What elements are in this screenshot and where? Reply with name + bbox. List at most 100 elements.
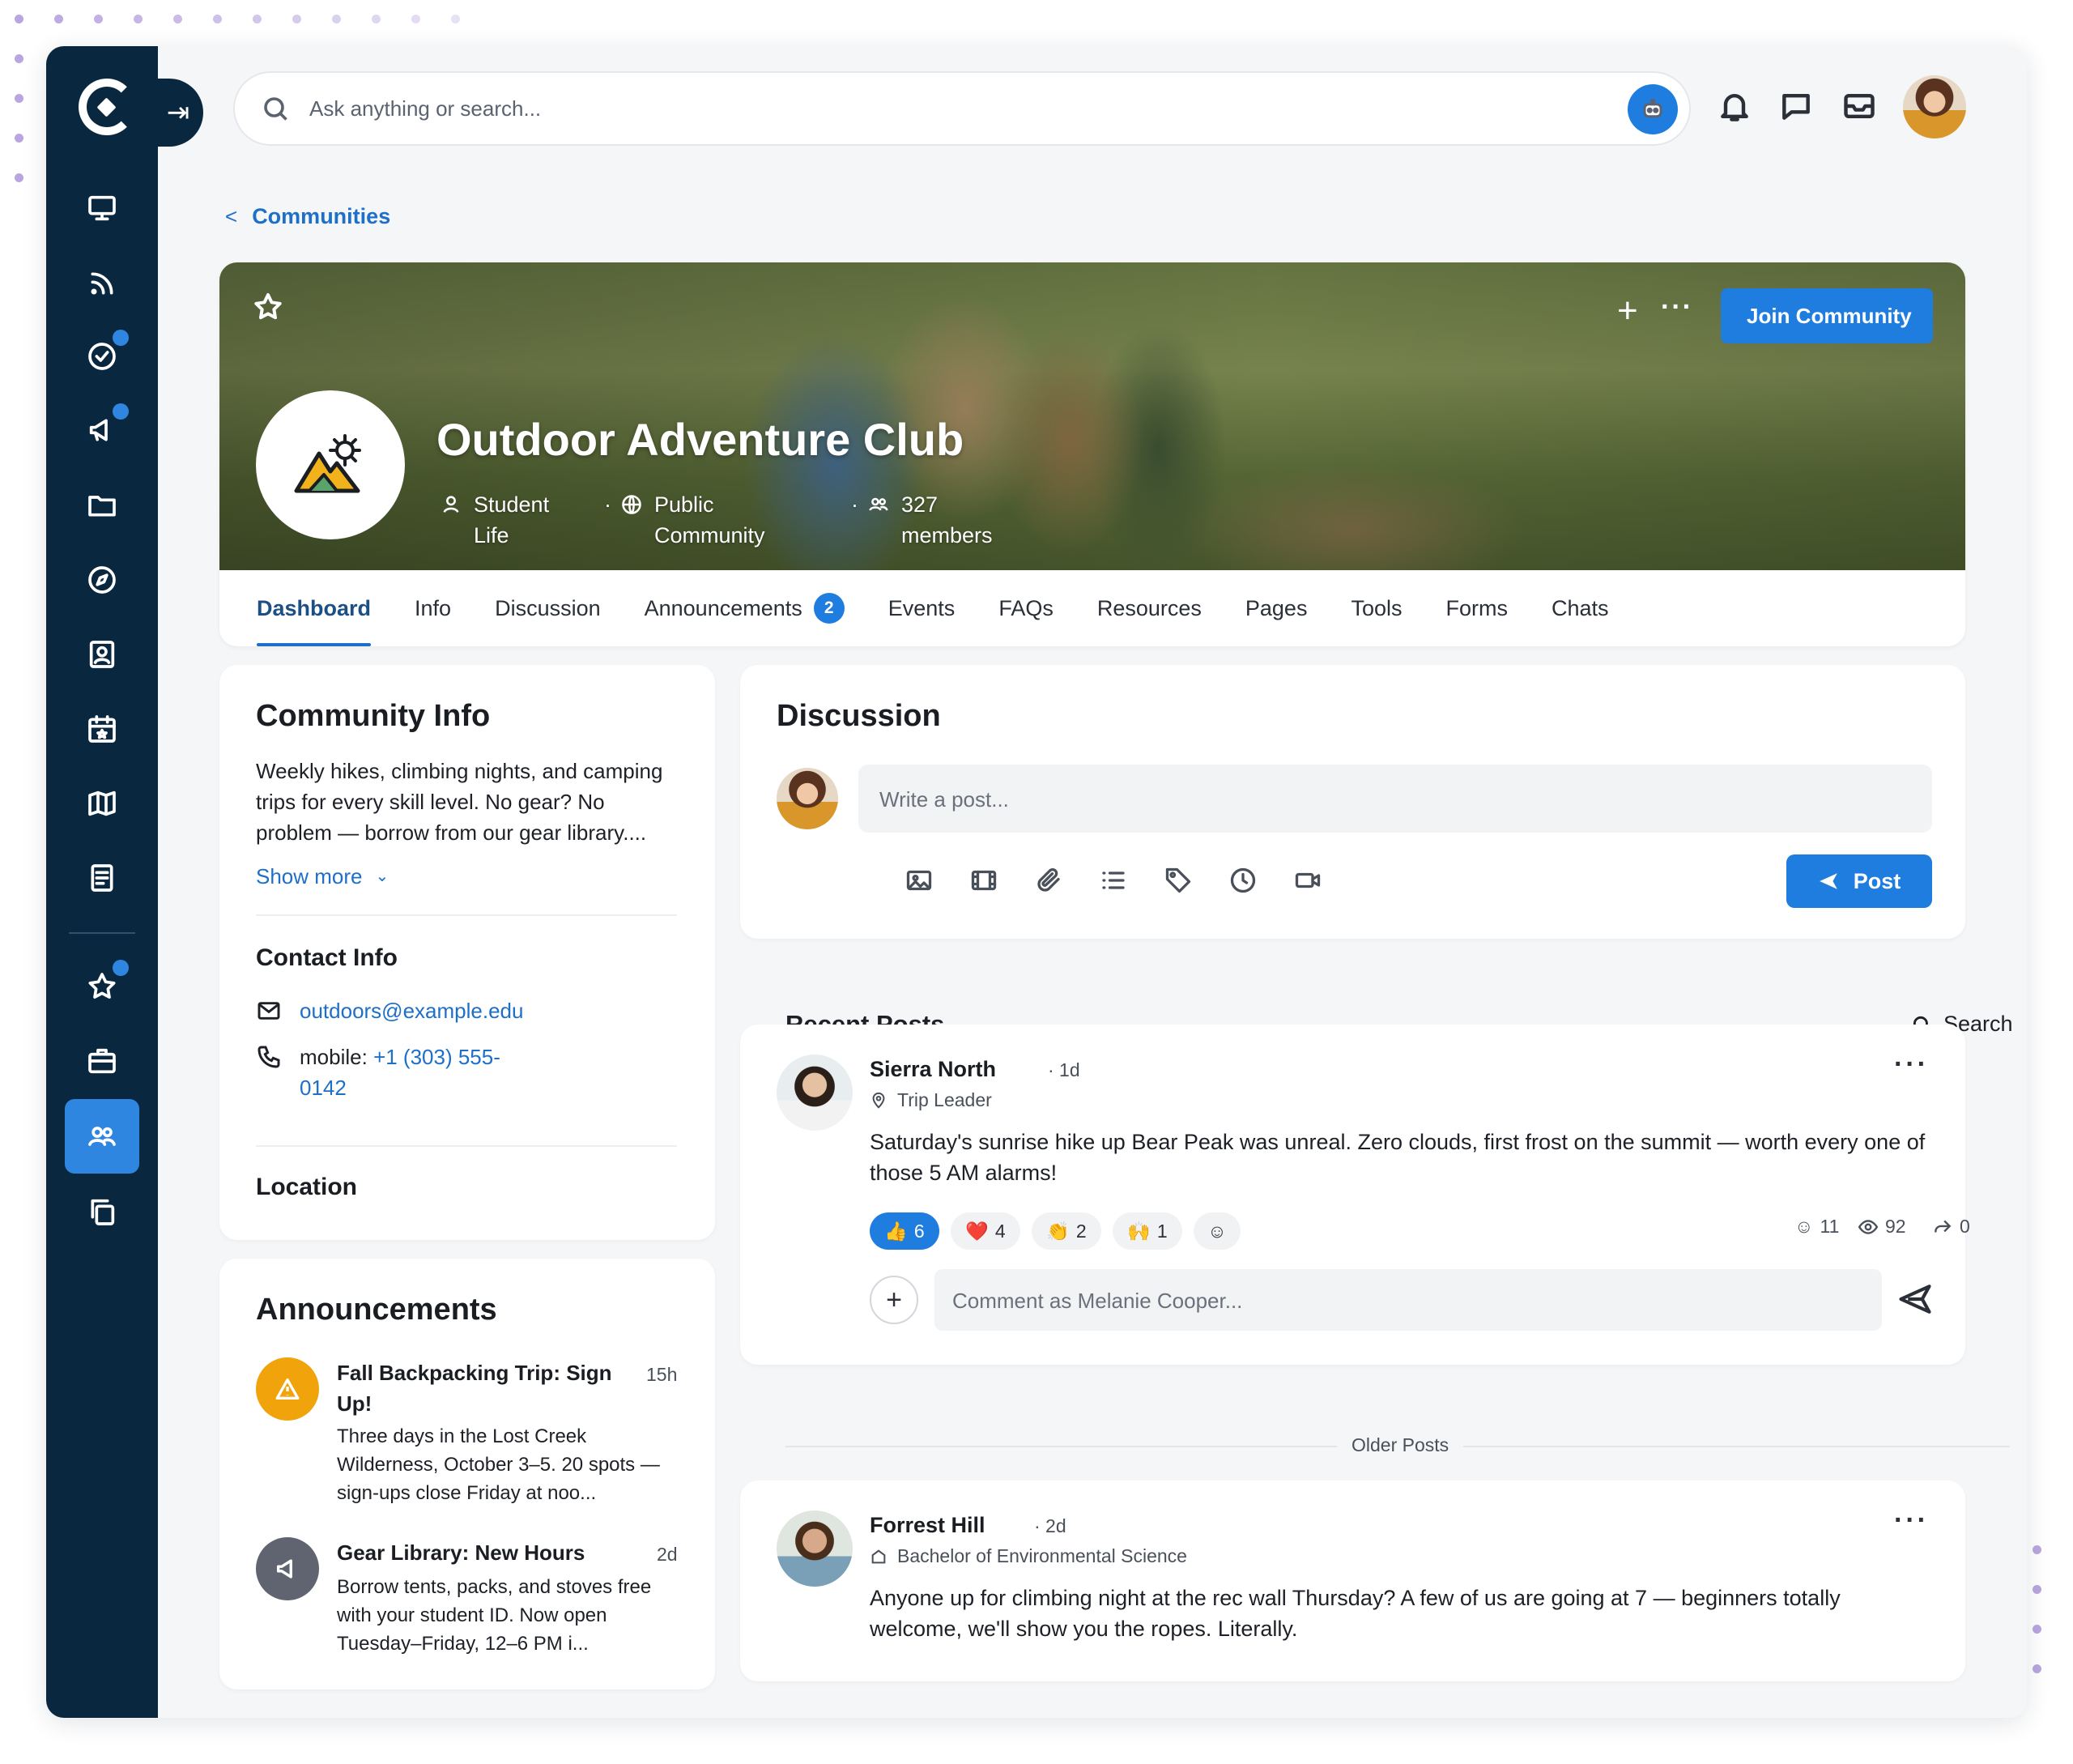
tab-resources[interactable]: Resources (1097, 570, 1202, 646)
schedule-post-button[interactable] (1228, 866, 1258, 895)
sidebar-item-dashboard[interactable] (82, 188, 122, 228)
ai-assistant-button[interactable] (1628, 84, 1678, 134)
sidebar-item-favorites[interactable] (82, 960, 129, 1007)
copy-icon (91, 1199, 115, 1225)
attach-file-button[interactable] (1034, 866, 1063, 895)
sidebar-item-announcements[interactable] (82, 403, 129, 450)
decorative-dot (292, 15, 301, 23)
sidebar-item-map[interactable] (82, 783, 122, 824)
tab-label: Dashboard (257, 595, 372, 620)
inbox-button[interactable] (1841, 88, 1877, 124)
tag-icon (1165, 867, 1191, 893)
tab-forms[interactable]: Forms (1445, 570, 1508, 646)
comment-attach-button[interactable]: + (870, 1276, 918, 1324)
decorative-dot (2033, 1625, 2041, 1634)
search-icon (264, 97, 287, 121)
tab-dashboard[interactable]: Dashboard (257, 570, 372, 646)
sidebar-item-directory[interactable] (82, 634, 122, 675)
reaction-like[interactable]: 👍 6 (870, 1212, 939, 1250)
author-avatar[interactable] (777, 1055, 853, 1131)
robot-icon (1643, 99, 1662, 118)
sidebar-item-explore[interactable] (82, 560, 122, 600)
thumbs-up-icon: 👍 (884, 1220, 908, 1242)
smiley-icon: ☺ (1207, 1220, 1227, 1242)
post-input[interactable]: Write a post... (858, 765, 1932, 833)
favorite-button[interactable] (252, 291, 284, 327)
community-description: Weekly hikes, climbing nights, and campi… (256, 759, 663, 845)
notifications-button[interactable] (1717, 88, 1752, 124)
tab-discussion[interactable]: Discussion (495, 570, 601, 646)
sidebar-item-documents[interactable] (82, 858, 122, 898)
decorative-dot (2033, 1664, 2041, 1673)
sidebar-item-pages[interactable] (82, 1191, 122, 1232)
sidebar-collapse-toggle[interactable]: ⇥ (153, 79, 203, 147)
global-search[interactable]: Ask anything or search... (233, 71, 1691, 146)
add-list-button[interactable] (1099, 866, 1128, 895)
tab-chats[interactable]: Chats (1552, 570, 1609, 646)
more-options-button[interactable]: ··· (1661, 292, 1693, 323)
decorative-dot (134, 15, 143, 23)
share-count[interactable]: 0 (1932, 1216, 1970, 1238)
decorative-dot (15, 54, 23, 63)
show-more-link[interactable]: Show more ⌄ (256, 864, 389, 889)
reaction-celebrate[interactable]: 🙌 1 (1113, 1212, 1182, 1250)
post-button[interactable]: Post (1786, 854, 1932, 908)
monitor-icon (88, 195, 116, 221)
people-icon (88, 1127, 116, 1146)
heart-icon: ❤️ (965, 1220, 989, 1242)
add-image-button[interactable] (905, 866, 934, 895)
tab-label: Resources (1096, 595, 1202, 620)
post-author[interactable]: Sierra North (870, 1057, 996, 1082)
send-comment-button[interactable] (1898, 1282, 1934, 1318)
arrow-right-icon: ⇥ (166, 97, 190, 128)
post-author[interactable]: Forrest Hill (870, 1513, 985, 1538)
add-live-video-button[interactable] (1293, 866, 1322, 895)
announcement-title[interactable]: Gear Library: New Hours (337, 1537, 628, 1568)
add-reaction-button[interactable]: ☺ (1194, 1212, 1241, 1250)
warning-icon (275, 1378, 300, 1400)
sidebar (46, 46, 158, 1718)
add-button[interactable]: + (1617, 293, 1638, 329)
post-more-button[interactable]: ··· (1894, 1505, 1929, 1536)
tab-announcements[interactable]: Announcements 2 (645, 570, 845, 646)
decorative-dot (411, 15, 420, 23)
clock-icon (1230, 867, 1256, 893)
contact-email-link[interactable]: outdoors@example.edu (300, 995, 523, 1026)
post-more-button[interactable]: ··· (1894, 1049, 1929, 1080)
star-icon (88, 973, 116, 999)
sidebar-item-tasks[interactable] (82, 330, 129, 377)
tab-info[interactable]: Info (415, 570, 451, 646)
community-members: · 327 members (851, 489, 1005, 551)
add-video-button[interactable] (969, 866, 998, 895)
tab-faqs[interactable]: FAQs (998, 570, 1054, 646)
announcement-warning-avatar (256, 1357, 319, 1421)
messages-button[interactable] (1778, 88, 1814, 124)
author-avatar[interactable] (777, 1510, 853, 1587)
user-avatar[interactable] (1903, 75, 1966, 138)
sidebar-item-careers[interactable] (82, 1041, 122, 1081)
tab-tools[interactable]: Tools (1351, 570, 1402, 646)
community-category-label: Student Life (474, 492, 550, 548)
search-input[interactable]: Ask anything or search... (309, 96, 541, 121)
megaphone-icon (89, 419, 108, 441)
decorative-dot (15, 134, 23, 143)
community-visibility-label: Public Community (654, 492, 765, 548)
ellipsis-icon: ··· (1894, 1505, 1929, 1536)
sidebar-item-feed[interactable] (82, 263, 122, 304)
comment-input[interactable]: Comment as Melanie Cooper... (934, 1269, 1882, 1331)
add-tag-button[interactable] (1164, 866, 1193, 895)
community-visibility: · Public Community (604, 489, 782, 551)
reaction-love[interactable]: ❤️ 4 (951, 1212, 1020, 1250)
join-community-button[interactable]: Join Community (1721, 288, 1933, 343)
reaction-clap[interactable]: 👏 2 (1032, 1212, 1101, 1250)
breadcrumb-back-link[interactable]: < Communities (225, 204, 390, 229)
sidebar-item-files[interactable] (82, 485, 122, 526)
announcement-title[interactable]: Fall Backpacking Trip: Sign Up! (337, 1357, 628, 1419)
decorative-dot (253, 15, 262, 23)
tab-events[interactable]: Events (888, 570, 956, 646)
comment-count[interactable]: ☺ 11 (1794, 1216, 1839, 1238)
tab-pages[interactable]: Pages (1245, 570, 1308, 646)
announcements-title: Announcements (256, 1293, 497, 1327)
sidebar-item-events[interactable] (82, 709, 122, 749)
post-time: · 1d (1048, 1059, 1080, 1080)
